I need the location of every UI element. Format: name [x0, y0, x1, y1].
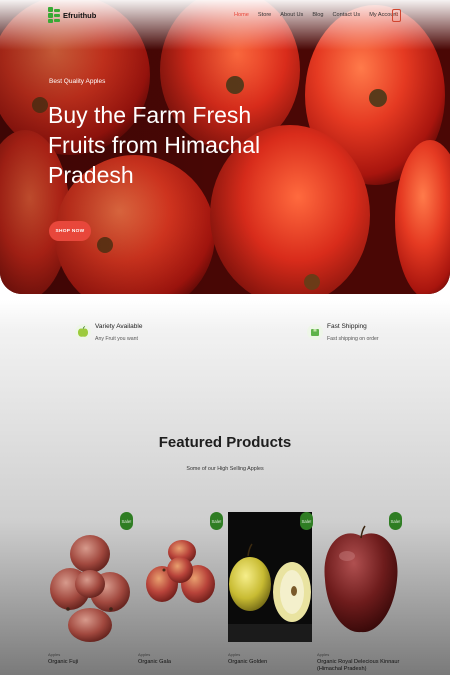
sale-badge: Sale! — [120, 512, 133, 530]
sale-badge: Sale! — [210, 512, 223, 530]
apple-icon — [75, 324, 91, 340]
product-name[interactable]: Organic Royal Delecious Kinnaur (Himacha… — [317, 659, 401, 673]
product-image-fuji[interactable] — [48, 512, 132, 642]
product-category[interactable]: Apples — [317, 652, 329, 657]
cart-icon[interactable]: 0 — [392, 9, 401, 22]
menu-item-about-us[interactable]: About Us — [280, 12, 303, 18]
featured-products-subtitle: Some of our High Selling Apples — [186, 466, 264, 472]
sale-badge: Sale! — [389, 512, 402, 530]
brand-logo[interactable]: Efruithub — [48, 7, 96, 23]
shop-now-button[interactable]: SHOP NOW — [49, 221, 91, 241]
hero-kicker: Best Quality Apples — [49, 78, 106, 85]
product-image-royal-delicious[interactable] — [317, 512, 401, 642]
feature-title: Fast Shipping — [327, 323, 367, 330]
menu-item-contact-us[interactable]: Contact Us — [333, 12, 361, 18]
product-card[interactable]: Sale! Apples Organic Gala — [138, 512, 223, 675]
featured-products-title: Featured Products — [158, 434, 292, 451]
feature-title: Variety Available — [95, 323, 143, 330]
menu-item-blog[interactable]: Blog — [312, 12, 323, 18]
product-name[interactable]: Organic Fuji — [48, 659, 132, 666]
brand-name: Efruithub — [63, 10, 97, 20]
feature-shipping: Fast Shipping Fast shipping on order — [307, 323, 379, 342]
product-card[interactable]: Sale! Apples Organic Royal Delecious Kin… — [317, 512, 402, 675]
main-menu: Home Store About Us Blog Contact Us My A… — [234, 12, 407, 18]
menu-item-home[interactable]: Home — [234, 12, 249, 18]
feature-variety: Variety Available Any Fruit you want — [75, 323, 142, 342]
feature-subtitle: Fast shipping on order — [327, 336, 379, 342]
menu-item-store[interactable]: Store — [258, 12, 271, 18]
product-image-golden[interactable] — [228, 512, 312, 642]
product-card[interactable]: Sale! Apples Organic Golden — [228, 512, 313, 675]
feature-subtitle: Any Fruit you want — [95, 336, 138, 342]
sale-badge: Sale! — [300, 512, 313, 530]
cart-count: 0 — [395, 12, 398, 18]
product-card[interactable]: Sale! Apples Organic Fuji — [48, 512, 133, 675]
product-image-gala[interactable] — [138, 512, 222, 642]
product-name[interactable]: Organic Golden — [228, 659, 312, 666]
product-name[interactable]: Organic Gala — [138, 659, 222, 666]
top-navigation: Efruithub Home Store About Us Blog Conta… — [0, 0, 450, 32]
product-category[interactable]: Apples — [228, 652, 240, 657]
product-category[interactable]: Apples — [48, 652, 60, 657]
hero-headline: Buy the Farm Fresh Fruits from Himachal … — [48, 102, 261, 188]
product-category[interactable]: Apples — [138, 652, 150, 657]
logo-icon — [48, 7, 60, 23]
box-icon — [307, 324, 323, 340]
